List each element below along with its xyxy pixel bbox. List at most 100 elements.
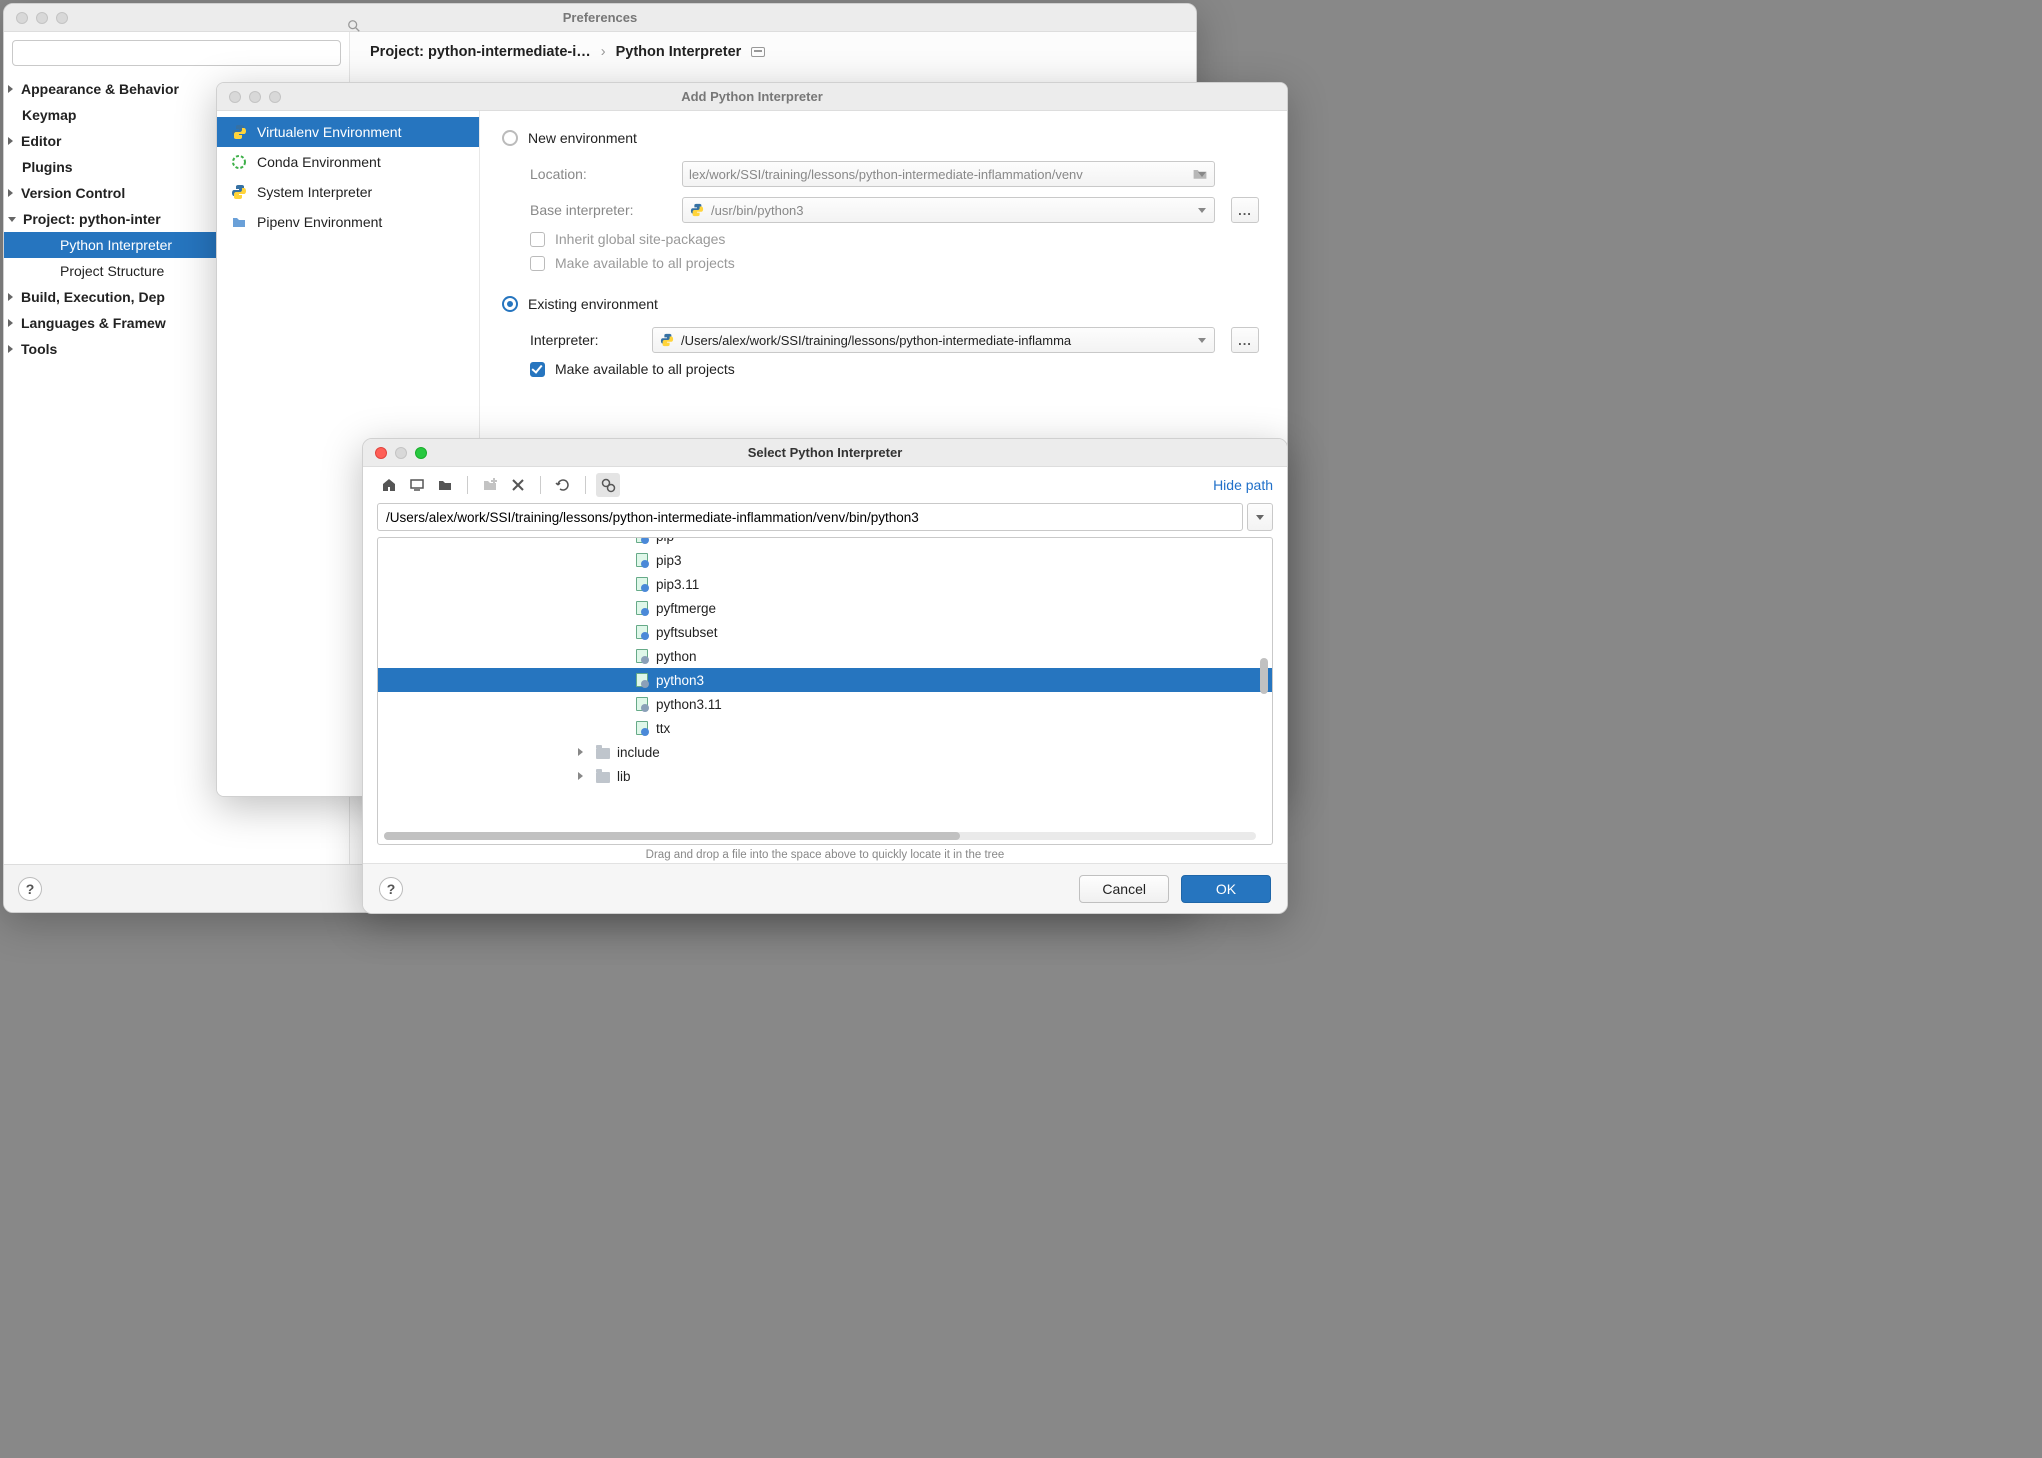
existing-env-radio-row[interactable]: Existing environment — [502, 291, 1265, 317]
prefs-title: Preferences — [4, 10, 1196, 25]
python-icon — [689, 202, 705, 218]
minimize-icon[interactable] — [395, 447, 407, 459]
add-titlebar: Add Python Interpreter — [217, 83, 1287, 111]
close-icon[interactable] — [229, 91, 241, 103]
type-label: Conda Environment — [257, 154, 381, 170]
file-tree-item[interactable]: pip — [378, 538, 1272, 548]
make-avail-check-row[interactable]: Make available to all projects — [530, 255, 1265, 271]
browse-button[interactable]: ... — [1231, 197, 1259, 223]
file-name: pip3 — [656, 553, 682, 568]
separator — [585, 476, 586, 494]
zoom-icon[interactable] — [269, 91, 281, 103]
scope-icon — [751, 47, 765, 57]
location-field[interactable]: lex/work/SSI/training/lessons/python-int… — [682, 161, 1215, 187]
make-avail-check-row-2[interactable]: Make available to all projects — [530, 361, 1265, 377]
type-label: System Interpreter — [257, 184, 372, 200]
interp-dropdown[interactable]: /Users/alex/work/SSI/training/lessons/py… — [652, 327, 1215, 353]
help-button[interactable]: ? — [379, 877, 403, 901]
cancel-button[interactable]: Cancel — [1079, 875, 1169, 903]
file-name: python3.11 — [656, 697, 722, 712]
file-icon — [634, 538, 650, 544]
minimize-icon[interactable] — [249, 91, 261, 103]
chevron-right-icon[interactable] — [578, 748, 583, 756]
scrollbar-vertical[interactable] — [1260, 658, 1268, 694]
folder-icon[interactable] — [1192, 167, 1208, 181]
file-icon — [634, 576, 650, 592]
interpreter-type-item[interactable]: Virtualenv Environment — [217, 117, 479, 147]
file-tree-item[interactable]: pyftmerge — [378, 596, 1272, 620]
scrollbar-horizontal[interactable] — [384, 832, 1256, 840]
breadcrumb-page: Python Interpreter — [616, 44, 742, 60]
python-icon — [231, 124, 247, 140]
conda-icon — [231, 154, 247, 170]
zoom-icon[interactable] — [415, 447, 427, 459]
file-icon — [634, 696, 650, 712]
pipenv-icon — [231, 214, 247, 230]
browse-button[interactable]: ... — [1231, 327, 1259, 353]
file-icon — [634, 720, 650, 736]
file-name: python3 — [656, 673, 704, 688]
breadcrumb-project[interactable]: Project: python-intermediate-i… — [370, 44, 591, 60]
radio-icon[interactable] — [502, 130, 518, 146]
delete-icon[interactable] — [506, 473, 530, 497]
select-interpreter-window: Select Python Interpreter Hide path pipp… — [362, 438, 1288, 914]
file-tree-item[interactable]: pyftsubset — [378, 620, 1272, 644]
project-icon[interactable] — [433, 473, 457, 497]
hide-path-link[interactable]: Hide path — [1213, 477, 1273, 493]
checkbox-icon[interactable] — [530, 256, 545, 271]
folder-icon — [595, 768, 611, 784]
new-folder-icon[interactable] — [478, 473, 502, 497]
ok-button[interactable]: OK — [1181, 875, 1271, 903]
add-title: Add Python Interpreter — [217, 89, 1287, 104]
select-titlebar[interactable]: Select Python Interpreter — [363, 439, 1287, 467]
interpreter-type-item[interactable]: Conda Environment — [217, 147, 479, 177]
traffic-lights — [229, 91, 281, 103]
zoom-icon[interactable] — [56, 12, 68, 24]
base-interp-label: Base interpreter: — [530, 202, 666, 218]
close-icon[interactable] — [16, 12, 28, 24]
file-tree-item[interactable]: python3.11 — [378, 692, 1272, 716]
type-label: Virtualenv Environment — [257, 124, 401, 140]
new-env-radio-row[interactable]: New environment — [502, 125, 1265, 151]
select-title: Select Python Interpreter — [363, 445, 1287, 460]
show-hidden-icon[interactable] — [596, 473, 620, 497]
file-tree-item[interactable]: pip3.11 — [378, 572, 1272, 596]
file-tree[interactable]: pip pip3 pip3.11 pyftmergepyftsubsetpython p… — [377, 537, 1273, 845]
base-interp-dropdown[interactable]: /usr/bin/python3 — [682, 197, 1215, 223]
desktop-icon[interactable] — [405, 473, 429, 497]
location-label: Location: — [530, 166, 666, 182]
folder-tree-item[interactable]: lib — [378, 764, 1272, 788]
file-tree-item[interactable]: python — [378, 644, 1272, 668]
file-name: ttx — [656, 721, 670, 736]
radio-icon[interactable] — [502, 296, 518, 312]
existing-env-label: Existing environment — [528, 296, 658, 312]
file-icon — [634, 648, 650, 664]
close-icon[interactable] — [375, 447, 387, 459]
file-name: pip3.11 — [656, 577, 699, 592]
interpreter-type-item[interactable]: System Interpreter — [217, 177, 479, 207]
file-tree-item[interactable]: python3 — [378, 668, 1272, 692]
search-input[interactable] — [12, 40, 341, 66]
file-tree-item[interactable]: pip3 — [378, 548, 1272, 572]
interpreter-type-item[interactable]: Pipenv Environment — [217, 207, 479, 237]
folder-tree-item[interactable]: include — [378, 740, 1272, 764]
refresh-icon[interactable] — [551, 473, 575, 497]
minimize-icon[interactable] — [36, 12, 48, 24]
help-button[interactable]: ? — [18, 877, 42, 901]
python-icon — [659, 332, 675, 348]
location-value: lex/work/SSI/training/lessons/python-int… — [689, 167, 1083, 182]
chevron-right-icon[interactable] — [578, 772, 583, 780]
path-input[interactable] — [377, 503, 1243, 531]
file-tree-item[interactable]: ttx — [378, 716, 1272, 740]
file-icon — [634, 600, 650, 616]
separator — [467, 476, 468, 494]
home-icon[interactable] — [377, 473, 401, 497]
inherit-check-row[interactable]: Inherit global site-packages — [530, 231, 1265, 247]
checkbox-icon[interactable] — [530, 232, 545, 247]
file-icon — [634, 624, 650, 640]
path-history-dropdown[interactable] — [1247, 503, 1273, 531]
type-label: Pipenv Environment — [257, 214, 382, 230]
folder-icon — [595, 744, 611, 760]
inherit-label: Inherit global site-packages — [555, 231, 725, 247]
checkbox-icon[interactable] — [530, 362, 545, 377]
